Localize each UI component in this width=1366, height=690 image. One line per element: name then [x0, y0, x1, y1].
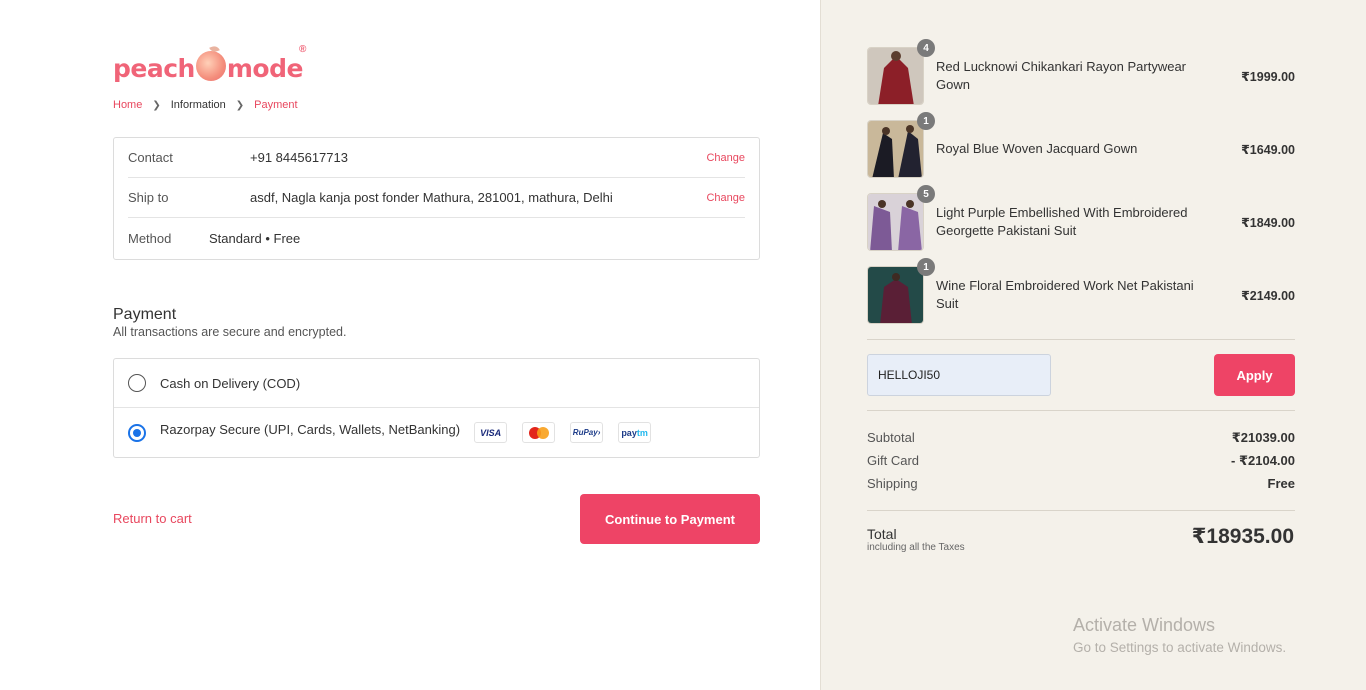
cart-item: 1 Wine Floral Embroidered Work Net Pakis… — [867, 266, 1295, 324]
brand-logo[interactable]: peach mode ® — [113, 48, 303, 88]
change-contact-link[interactable]: Change — [706, 152, 745, 164]
cart-item: 1 Royal Blue Woven Jacquard Gown ₹1649.0… — [867, 120, 1295, 178]
payment-title: Payment — [113, 306, 176, 324]
breadcrumb: Home ❯ Information ❯ Payment — [113, 99, 298, 111]
paytm-text-b: tm — [637, 428, 648, 438]
peach-icon — [196, 51, 226, 81]
cart-item: 5 Light Purple Embellished With Embroide… — [867, 193, 1295, 251]
giftcard-row: Gift Card - ₹2104.00 — [867, 453, 1295, 471]
chevron-right-icon: ❯ — [152, 100, 160, 111]
contact-label: Contact — [128, 150, 250, 165]
logo-text-left: peach — [113, 54, 195, 83]
contact-value: +91 8445617713 — [250, 150, 706, 165]
method-label: Method — [128, 231, 209, 246]
subtotal-row: Subtotal ₹21039.00 — [867, 430, 1295, 448]
contact-row: Contact +91 8445617713 Change — [128, 138, 745, 178]
total-value: ₹18935.00 — [1192, 524, 1294, 549]
ship-to-label: Ship to — [128, 190, 250, 205]
divider — [867, 339, 1295, 340]
card-logos: VISA RuPay› paytm — [474, 422, 666, 443]
visa-icon: VISA — [474, 422, 507, 443]
quantity-badge: 1 — [917, 258, 935, 276]
item-price: ₹2149.00 — [1241, 266, 1295, 324]
registered-mark: ® — [299, 44, 306, 55]
method-value: Standard • Free — [209, 231, 745, 246]
method-row: Method Standard • Free — [128, 218, 745, 258]
checkout-main: peach mode ® Home ❯ Information ❯ Paymen… — [0, 0, 820, 690]
total-label: Total — [867, 526, 897, 542]
shipping-value: Free — [1268, 476, 1295, 494]
razorpay-label: Razorpay Secure (UPI, Cards, Wallets, Ne… — [160, 422, 460, 437]
item-name: Wine Floral Embroidered Work Net Pakista… — [936, 266, 1206, 324]
shipping-row: Shipping Free — [867, 476, 1295, 494]
quantity-badge: 5 — [917, 185, 935, 203]
payment-option-razorpay[interactable]: Razorpay Secure (UPI, Cards, Wallets, Ne… — [114, 408, 759, 457]
item-price: ₹1999.00 — [1241, 47, 1295, 105]
payment-options: Cash on Delivery (COD) Razorpay Secure (… — [113, 358, 760, 458]
giftcard-value: - ₹2104.00 — [1231, 453, 1295, 471]
razorpay-radio[interactable] — [128, 424, 146, 442]
breadcrumb-information[interactable]: Information — [171, 99, 226, 111]
return-to-cart-link[interactable]: Return to cart — [113, 511, 192, 526]
ship-to-row: Ship to asdf, Nagla kanja post fonder Ma… — [128, 178, 745, 218]
order-summary: 4 Red Lucknowi Chikankari Rayon Partywea… — [820, 0, 1366, 690]
item-price: ₹1849.00 — [1241, 193, 1295, 251]
payment-subtitle: All transactions are secure and encrypte… — [113, 325, 346, 339]
mastercard-icon — [522, 422, 555, 443]
activate-windows-title: Activate Windows — [1073, 615, 1215, 636]
product-thumbnail — [867, 120, 924, 178]
divider — [867, 510, 1295, 511]
item-name: Light Purple Embellished With Embroidere… — [936, 193, 1206, 251]
activate-windows-subtitle: Go to Settings to activate Windows. — [1073, 640, 1286, 655]
chevron-right-icon: ❯ — [236, 100, 244, 111]
divider — [867, 410, 1295, 411]
breadcrumb-payment: Payment — [254, 99, 297, 111]
cod-radio[interactable] — [128, 374, 146, 392]
product-thumbnail — [867, 47, 924, 105]
product-thumbnail — [867, 193, 924, 251]
logo-text-right: mode — [227, 54, 303, 83]
cart-item: 4 Red Lucknowi Chikankari Rayon Partywea… — [867, 47, 1295, 105]
rupay-icon: RuPay› — [570, 422, 603, 443]
paytm-text-a: pay — [621, 428, 637, 438]
subtotal-value: ₹21039.00 — [1232, 430, 1295, 448]
payment-option-cod[interactable]: Cash on Delivery (COD) — [114, 359, 759, 408]
item-name: Red Lucknowi Chikankari Rayon Partywear … — [936, 47, 1206, 105]
order-info-box: Contact +91 8445617713 Change Ship to as… — [113, 137, 760, 260]
item-price: ₹1649.00 — [1241, 120, 1295, 178]
cod-label: Cash on Delivery (COD) — [160, 376, 300, 391]
subtotal-label: Subtotal — [867, 430, 915, 448]
change-address-link[interactable]: Change — [706, 192, 745, 204]
apply-button[interactable]: Apply — [1214, 354, 1295, 396]
giftcard-label: Gift Card — [867, 453, 919, 471]
product-thumbnail — [867, 266, 924, 324]
quantity-badge: 4 — [917, 39, 935, 57]
item-name: Royal Blue Woven Jacquard Gown — [936, 120, 1206, 178]
shipping-label: Shipping — [867, 476, 918, 494]
breadcrumb-home[interactable]: Home — [113, 99, 142, 111]
total-note: including all the Taxes — [867, 542, 965, 553]
ship-to-value: asdf, Nagla kanja post fonder Mathura, 2… — [250, 190, 706, 205]
paytm-icon: paytm — [618, 422, 651, 443]
quantity-badge: 1 — [917, 112, 935, 130]
continue-to-payment-button[interactable]: Continue to Payment — [580, 494, 760, 544]
discount-code-input[interactable] — [867, 354, 1051, 396]
